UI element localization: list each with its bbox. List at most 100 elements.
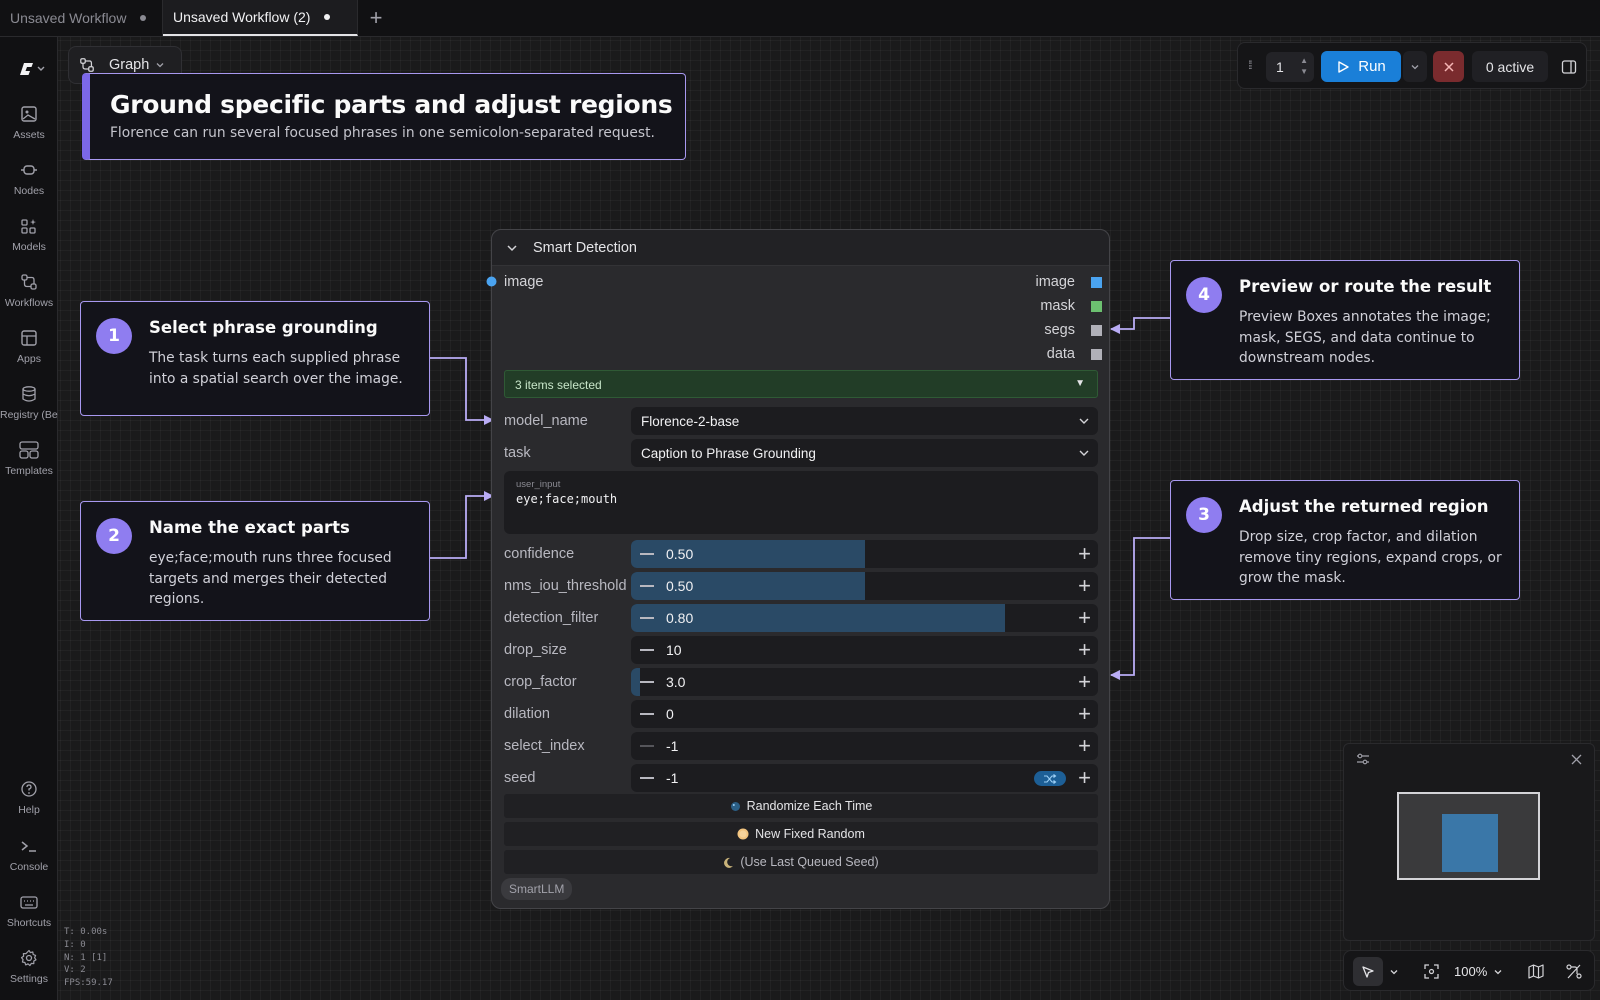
step-title: Select phrase grounding — [149, 318, 378, 337]
run-options-button[interactable] — [1403, 51, 1427, 82]
increment-icon[interactable]: + — [1078, 607, 1091, 629]
sidebar-item-console[interactable]: Console — [0, 837, 58, 873]
stepper-arrows-icon[interactable]: ▲ ▼ — [1300, 55, 1308, 77]
comfy-logo-icon[interactable] — [16, 57, 50, 81]
chevron-down-icon[interactable] — [1389, 967, 1399, 977]
use-last-queued-seed-button[interactable]: (Use Last Queued Seed) — [504, 850, 1098, 874]
increment-icon[interactable]: + — [1078, 575, 1091, 597]
sidebar-item-apps[interactable]: Apps — [0, 329, 58, 365]
output-slot-square-icon[interactable] — [1091, 277, 1102, 288]
output-slot-image: image — [1035, 274, 1076, 290]
increment-icon[interactable]: + — [1078, 671, 1091, 693]
drop-size-stepper[interactable]: 10 + — [631, 636, 1098, 664]
sidebar-item-label: Workflows — [4, 297, 54, 309]
randomize-each-time-button[interactable]: Randomize Each Time — [504, 794, 1098, 818]
minimap-viewport[interactable] — [1397, 792, 1540, 880]
model-name-combo[interactable]: Florence-2-base — [631, 407, 1098, 435]
fit-view-icon[interactable] — [1424, 964, 1439, 979]
output-slot-mask: mask — [1040, 298, 1075, 314]
step-number: 1 — [96, 318, 132, 354]
drag-handle-icon[interactable]: ⁞⁞ — [1248, 58, 1252, 72]
dropdown-triangle-icon: ▼ — [1075, 378, 1085, 389]
sidebar-item-nodes[interactable]: Nodes — [0, 161, 58, 197]
detection-filter-slider[interactable]: 0.80 + — [631, 604, 1098, 632]
decrement-icon[interactable] — [640, 713, 654, 715]
decrement-icon[interactable] — [640, 681, 654, 683]
toggle-panel-button[interactable] — [1556, 51, 1582, 82]
sidebar-item-registry[interactable]: Registry (Beta) — [0, 385, 58, 421]
increment-icon[interactable]: + — [1078, 543, 1091, 565]
button-label: New Fixed Random — [755, 827, 865, 841]
hide-links-icon[interactable] — [1566, 964, 1582, 979]
decrement-icon[interactable] — [640, 553, 654, 555]
sidebar-item-assets[interactable]: Assets — [0, 105, 58, 141]
decrement-icon[interactable] — [640, 617, 654, 619]
settings-sliders-icon[interactable] — [1356, 753, 1370, 765]
increment-icon[interactable]: + — [1078, 735, 1091, 757]
widget-value: -1 — [666, 770, 679, 786]
output-slot-segs: segs — [1044, 322, 1075, 338]
step-body: Drop size, crop factor, and dilation rem… — [1239, 529, 1502, 586]
select-tool-button[interactable] — [1353, 957, 1383, 986]
increment-icon[interactable]: + — [1078, 767, 1091, 789]
run-button[interactable]: Run — [1321, 51, 1401, 82]
increment-icon[interactable]: + — [1078, 703, 1091, 725]
input-slot-dot-icon[interactable] — [486, 276, 497, 287]
nms-iou-threshold-slider[interactable]: 0.50 + — [631, 572, 1098, 600]
smart-detection-node[interactable]: Smart Detection image image mask segs da… — [486, 229, 1110, 909]
node-header[interactable]: Smart Detection — [492, 230, 1109, 266]
zoom-level[interactable]: 100% — [1454, 964, 1487, 979]
output-slot-square-icon[interactable] — [1091, 349, 1102, 360]
confidence-slider[interactable]: 0.50 + — [631, 540, 1098, 568]
active-queue-button[interactable]: 0 active — [1472, 51, 1548, 82]
widget-label: confidence — [504, 546, 575, 562]
decrement-icon[interactable] — [640, 585, 654, 587]
decrement-icon[interactable] — [640, 649, 654, 651]
dilation-stepper[interactable]: 0 + — [631, 700, 1098, 728]
decrement-icon[interactable] — [640, 777, 654, 779]
button-label: Randomize Each Time — [746, 799, 873, 813]
user-input-textarea[interactable]: user_input eye;face;mouth — [504, 471, 1098, 534]
sidebar-item-label: Registry (Beta) — [0, 409, 58, 421]
minimap-panel[interactable] — [1343, 743, 1595, 941]
sidebar-item-templates[interactable]: Templates — [0, 441, 58, 477]
output-slot-square-icon[interactable] — [1091, 325, 1102, 336]
arrow-step4 — [1110, 317, 1170, 334]
seed-stepper[interactable]: -1 + — [631, 764, 1098, 792]
step-note-1: 1 Select phrase grounding The task turns… — [80, 301, 430, 416]
cancel-run-button[interactable] — [1433, 51, 1464, 82]
new-tab-button[interactable]: + — [358, 0, 394, 36]
map-icon[interactable] — [1528, 964, 1544, 979]
chevron-down-icon[interactable] — [1493, 967, 1503, 977]
sidebar-item-workflows[interactable]: Workflows — [0, 273, 58, 309]
increment-icon[interactable]: + — [1078, 639, 1091, 661]
shuffle-icon[interactable] — [1034, 771, 1066, 786]
batch-count-input[interactable]: 1 ▲ ▼ — [1266, 52, 1314, 82]
new-fixed-random-button[interactable]: New Fixed Random — [504, 822, 1098, 846]
moon-icon — [724, 857, 734, 868]
sidebar-item-label: Help — [18, 804, 40, 816]
multiselect-dropdown[interactable]: 3 items selected ▼ — [504, 370, 1098, 398]
sidebar-item-help[interactable]: Help — [0, 780, 58, 816]
unsaved-dot-icon — [140, 15, 147, 21]
tab-unsaved-workflow-2[interactable]: Unsaved Workflow (2) — [163, 0, 358, 36]
sidebar-item-shortcuts[interactable]: Shortcuts — [0, 893, 58, 929]
node-source-badge: SmartLLM — [501, 878, 573, 900]
tab-label: Unsaved Workflow (2) — [173, 9, 311, 25]
decrement-icon[interactable] — [640, 745, 654, 747]
output-slot-square-icon[interactable] — [1091, 301, 1102, 312]
select-index-stepper[interactable]: -1 + — [631, 732, 1098, 760]
graph-label: Graph — [109, 57, 150, 73]
step-body: The task turns each supplied phrase into… — [149, 350, 403, 387]
widget-label: task — [504, 445, 531, 461]
sidebar-item-settings[interactable]: Settings — [0, 949, 58, 985]
close-icon[interactable] — [1571, 754, 1582, 765]
collapse-chevron-icon — [507, 245, 517, 252]
crop-factor-slider[interactable]: 3.0 + — [631, 668, 1098, 696]
task-combo[interactable]: Caption to Phrase Grounding — [631, 439, 1098, 467]
node-icon — [21, 165, 37, 175]
tab-unsaved-workflow[interactable]: Unsaved Workflow — [0, 0, 163, 36]
close-icon — [1443, 61, 1454, 72]
sidebar-item-models[interactable]: Models — [0, 217, 58, 253]
textarea-label: user_input — [516, 479, 561, 490]
